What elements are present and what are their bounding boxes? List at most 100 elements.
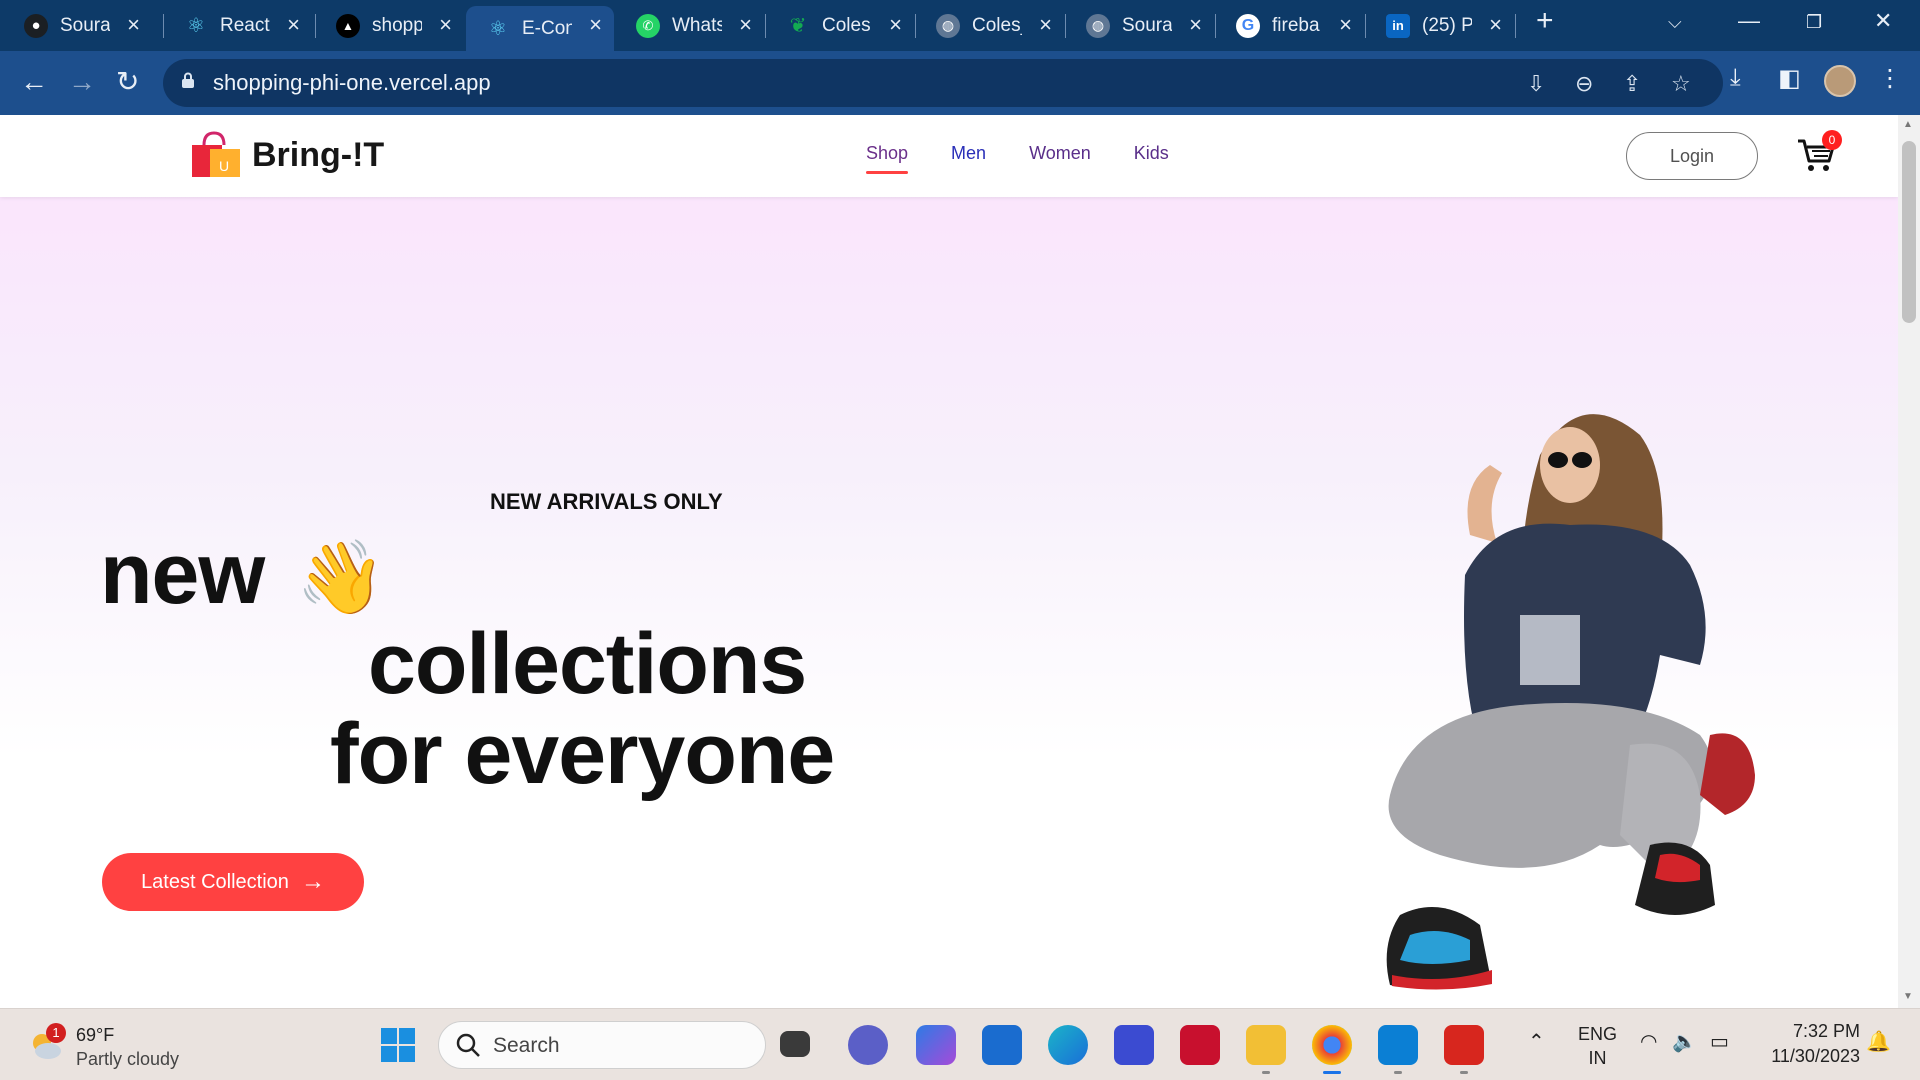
tab-ecommerce-active[interactable]: ⚛ E-Con × — [466, 6, 614, 51]
windows-taskbar: 1 69°F Partly cloudy Search ⌃ ENG IN ◠ 🔈… — [0, 1008, 1920, 1080]
close-window-button[interactable]: ✕ — [1874, 8, 1892, 34]
close-icon[interactable]: × — [127, 12, 140, 38]
brand-logo[interactable]: U Bring-!T — [190, 131, 384, 179]
nav-kids[interactable]: Kids — [1134, 143, 1169, 164]
teams-chat-icon[interactable] — [848, 1025, 888, 1065]
tab-firebase[interactable]: G fireba × — [1216, 6, 1364, 45]
tray-chevron-up-icon[interactable]: ⌃ — [1528, 1029, 1545, 1054]
copilot-icon[interactable] — [916, 1025, 956, 1065]
close-icon[interactable]: × — [1489, 12, 1502, 38]
tab-soural-globe[interactable]: ◍ Soural × — [1066, 6, 1214, 45]
site-navbar: U Bring-!T Shop Men Women Kids Login 0 — [0, 115, 1898, 197]
mcafee-icon[interactable] — [1180, 1025, 1220, 1065]
latest-collection-button[interactable]: Latest Collection → — [102, 853, 364, 911]
scroll-up-icon[interactable]: ▲ — [1903, 119, 1913, 130]
shopping-bag-icon: U — [192, 131, 240, 177]
whatsapp-icon: ✆ — [636, 13, 660, 38]
leaf-icon: ❦ — [789, 15, 807, 37]
tab-react[interactable]: ⚛ React × — [164, 6, 312, 45]
waving-hand-icon: 👋 — [296, 538, 386, 618]
taskbar-search[interactable]: Search — [438, 1021, 766, 1069]
login-button[interactable]: Login — [1626, 132, 1758, 180]
google-icon: G — [1236, 13, 1260, 38]
windows-start-icon[interactable] — [380, 1027, 416, 1063]
profile-avatar[interactable] — [1824, 65, 1856, 97]
downloads-icon[interactable]: ⤓ — [1730, 64, 1741, 92]
globe-icon: ◍ — [936, 13, 960, 38]
close-icon[interactable]: × — [889, 12, 902, 38]
minimize-button[interactable]: — — [1738, 8, 1760, 34]
close-icon[interactable]: × — [439, 12, 452, 38]
main-nav: Shop Men Women Kids — [866, 143, 1212, 174]
hero-title-line1: new — [100, 526, 265, 622]
vercel-icon: ▲ — [336, 13, 360, 38]
close-icon[interactable]: × — [1039, 12, 1052, 38]
weather-temp: 69°F — [76, 1025, 115, 1045]
tab-coles-leaf[interactable]: ❦ Coles × — [766, 6, 914, 45]
language-indicator[interactable]: ENG IN — [1578, 1022, 1617, 1070]
edge-browser-icon[interactable] — [1048, 1025, 1088, 1065]
system-clock[interactable]: 7:32 PM 11/30/2023 — [1756, 1019, 1860, 1069]
install-app-icon[interactable]: ⇩ — [1527, 71, 1545, 97]
github-icon: ● — [24, 13, 48, 38]
url-text: shopping-phi-one.vercel.app — [213, 70, 491, 95]
hero-model-image — [1386, 414, 1755, 990]
globe-icon: ◍ — [1086, 13, 1110, 38]
back-button[interactable]: ← — [20, 65, 48, 99]
new-tab-button[interactable]: + — [1536, 4, 1554, 38]
linkedin-icon: in — [1386, 13, 1410, 38]
vscode-icon[interactable] — [1378, 1025, 1418, 1074]
bookmark-star-icon[interactable]: ☆ — [1671, 71, 1691, 97]
close-icon[interactable]: × — [739, 12, 752, 38]
address-bar[interactable]: shopping-phi-one.vercel.app ⇩ ⊖ ⇪ ☆ — [163, 59, 1723, 107]
nav-men[interactable]: Men — [951, 143, 986, 164]
chrome-icon[interactable] — [1312, 1025, 1352, 1074]
tab-github[interactable]: ● Soural × — [4, 6, 152, 45]
cta-label: Latest Collection — [141, 870, 289, 893]
nav-shop[interactable]: Shop — [866, 143, 909, 174]
menu-kebab-icon[interactable]: ⋮ — [1878, 64, 1902, 93]
lock-icon — [182, 72, 194, 88]
hero-title-line3: for everyone — [330, 706, 835, 802]
volume-icon[interactable]: 🔈 — [1672, 1029, 1697, 1054]
battery-icon[interactable]: ▭ — [1710, 1029, 1729, 1054]
close-icon[interactable]: × — [1189, 12, 1202, 38]
scroll-thumb[interactable] — [1902, 141, 1916, 323]
tab-coles-globe[interactable]: ◍ Coles_ × — [916, 6, 1064, 45]
side-panel-icon[interactable]: ◧ — [1778, 64, 1801, 93]
microsoft-store-icon[interactable] — [982, 1025, 1022, 1065]
web-page: U Bring-!T Shop Men Women Kids Login 0 N… — [0, 115, 1898, 1008]
file-explorer-icon[interactable] — [1246, 1025, 1286, 1074]
brand-name: Bring-!T — [252, 135, 385, 174]
react-icon: ⚛ — [489, 18, 507, 40]
browser-toolbar: ← → ↻ shopping-phi-one.vercel.app ⇩ ⊖ ⇪ … — [0, 51, 1920, 115]
tab-search-chevron-icon[interactable]: ⌵ — [1668, 12, 1682, 33]
scroll-down-icon[interactable]: ▼ — [1903, 991, 1913, 1002]
close-icon[interactable]: × — [1339, 12, 1352, 38]
acrobat-icon[interactable] — [1444, 1025, 1484, 1074]
wifi-icon[interactable]: ◠ — [1640, 1029, 1657, 1054]
svg-text:U: U — [219, 158, 229, 174]
weather-condition: Partly cloudy — [76, 1049, 180, 1069]
weather-widget[interactable]: 1 69°F Partly cloudy — [28, 1019, 228, 1071]
zoom-icon[interactable]: ⊖ — [1575, 71, 1593, 97]
search-icon — [456, 1033, 480, 1057]
hero-title-line2: collections — [368, 616, 807, 712]
reload-button[interactable]: ↻ — [116, 65, 139, 99]
share-icon[interactable]: ⇪ — [1623, 71, 1641, 97]
tab-whatsapp[interactable]: ✆ Whats × — [616, 6, 764, 45]
restore-button[interactable]: ❐ — [1806, 12, 1822, 33]
tab-vercel[interactable]: ▲ shopp × — [316, 6, 464, 45]
nav-women[interactable]: Women — [1029, 143, 1091, 164]
tab-linkedin[interactable]: in (25) Pi × — [1366, 6, 1514, 45]
task-view-icon[interactable] — [780, 1031, 810, 1057]
notification-bell-icon[interactable]: 🔔 — [1866, 1029, 1891, 1054]
hero-kicker: NEW ARRIVALS ONLY — [490, 489, 723, 514]
close-icon[interactable]: × — [287, 12, 300, 38]
forward-button[interactable]: → — [68, 65, 96, 99]
arrow-right-icon: → — [300, 868, 325, 895]
cart-count-badge: 0 — [1822, 130, 1842, 150]
close-icon[interactable]: × — [589, 12, 602, 38]
productivity-app-icon[interactable] — [1114, 1025, 1154, 1065]
page-scrollbar[interactable]: ▲ ▼ — [1898, 115, 1920, 1008]
